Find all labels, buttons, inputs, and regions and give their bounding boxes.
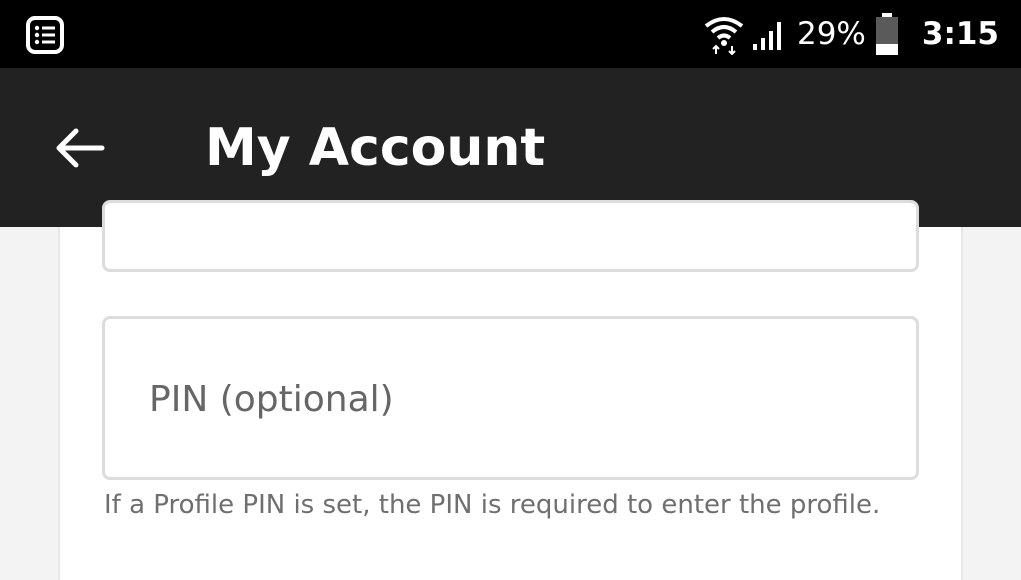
pin-input[interactable] <box>149 369 869 429</box>
back-arrow-icon <box>56 128 105 168</box>
cell-signal-icon <box>752 22 781 50</box>
back-button[interactable] <box>40 116 120 180</box>
status-bar: 29% 3:15 <box>0 0 1021 68</box>
wifi-icon <box>704 17 744 55</box>
previous-input-field[interactable] <box>102 200 919 272</box>
page-title: My Account <box>205 118 546 178</box>
status-icons: 29% 3:15 <box>703 0 999 68</box>
battery-icon <box>875 13 898 55</box>
pin-helper-text: If a Profile PIN is set, the PIN is requ… <box>104 490 881 520</box>
list-icon <box>26 16 64 54</box>
clock: 3:15 <box>921 16 999 52</box>
battery-percent: 29% <box>796 16 866 52</box>
pin-field[interactable] <box>102 316 919 480</box>
